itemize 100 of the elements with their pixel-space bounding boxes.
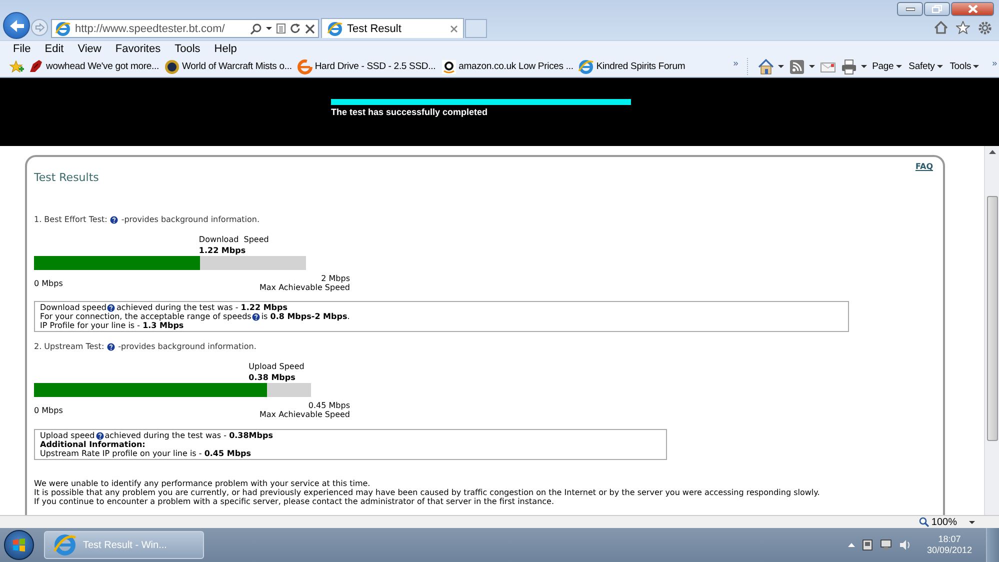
caret-icon (778, 65, 784, 68)
toolbar-button[interactable] (758, 58, 784, 74)
page-icon[interactable] (276, 23, 286, 34)
settings-icon[interactable] (978, 21, 992, 35)
test-heading: 2. Upstream Test: (34, 342, 104, 351)
menu-item[interactable]: Help (207, 42, 244, 54)
star-add-icon[interactable] (9, 60, 24, 74)
menu-item[interactable]: Favorites (108, 42, 168, 54)
url-text[interactable]: http://www.speedtester.bt.com/ (75, 22, 225, 34)
e-logo-icon (296, 58, 313, 74)
windows-logo-icon (12, 538, 26, 552)
amazon-icon (440, 58, 457, 74)
browser-icon (53, 533, 77, 557)
result-text: achieved during the test was - 1.22 Mbps (116, 303, 288, 312)
note-text: It is possible that any problem you are currently, or had previously experienced may have been caused by traffic congestion on the Internet or by the server you were accessing responding slowly. (34, 488, 821, 497)
meter-label: Download Speed (198, 235, 270, 244)
meter-value: 1.22 Mbps (198, 246, 247, 255)
home-icon (758, 58, 774, 74)
scroll-thumb[interactable] (986, 196, 998, 441)
back-button[interactable] (3, 12, 30, 39)
address-bar[interactable]: http://www.speedtester.bt.com/ (51, 19, 319, 38)
home-icon[interactable] (934, 21, 948, 34)
emblem-icon (164, 58, 180, 74)
restore-icon (932, 5, 942, 13)
caret-icon (936, 65, 943, 68)
menu-item[interactable]: Edit (38, 42, 71, 54)
favorite-link[interactable]: wowhead We've got more... (28, 58, 160, 74)
test-heading: 1. Best Effort Test: (34, 215, 108, 224)
caret-icon (809, 65, 816, 68)
command-menu[interactable]: Page (872, 61, 902, 72)
minimize-button[interactable] (897, 2, 923, 16)
favorite-link[interactable]: World of Warcraft Mists o... (164, 58, 292, 74)
close-icon[interactable] (450, 24, 458, 32)
caret-icon (861, 65, 868, 68)
result-text: is 0.8 Mbps-2 Mbps. (261, 312, 350, 321)
printer-icon (841, 58, 858, 74)
more-chevron[interactable]: » (992, 58, 997, 68)
zoom-control[interactable]: 100% (919, 516, 975, 528)
caret-icon (969, 520, 975, 524)
note-text: We were unable to identify any performance problem with your service at this time. (34, 479, 372, 488)
toolbar-button[interactable] (789, 58, 816, 74)
menu-item[interactable]: Tools (168, 42, 208, 54)
help-note: -provides background information. (121, 215, 260, 224)
browser-icon (578, 58, 594, 74)
scale-min: 0 Mbps (34, 278, 63, 288)
help-icon[interactable] (252, 312, 260, 320)
close-icon (968, 5, 978, 13)
more-chevron[interactable]: » (733, 58, 738, 68)
favorite-link[interactable]: Hard Drive - SSD - 2.5 SSD... (296, 58, 436, 74)
scale-min: 0 Mbps (34, 406, 63, 414)
favorite-link[interactable]: amazon.co.uk Low Prices ... (440, 58, 574, 74)
caret-icon (973, 65, 980, 68)
menu-item[interactable]: View (70, 42, 108, 54)
meter-label: Upload Speed (248, 362, 306, 371)
arrow-up-icon[interactable] (988, 150, 996, 154)
close-button[interactable] (951, 2, 994, 16)
result-text: IP Profile for your line is - 1.3 Mbps (40, 321, 184, 330)
note-text: If you continue to encounter a problem with a specific server, please contact the administrator of that server in the first instance. (34, 497, 555, 506)
result-text: Upstream Rate IP profile on your line is - 0.45 Mbps (40, 449, 252, 458)
clock-date[interactable]: 30/09/2012 (926, 545, 972, 556)
browser-icon (327, 20, 343, 36)
toolbar-button[interactable] (841, 58, 868, 74)
result-text: Download speed (40, 303, 106, 312)
command-menu[interactable]: Safety (908, 61, 943, 72)
feed-icon (789, 58, 806, 74)
arrow-left-icon (8, 18, 24, 32)
result-text: For your connection, the acceptable range of speeds (40, 312, 252, 321)
max-caption: Max Achievable Speed (259, 283, 350, 292)
meter-value: 0.38 Mbps (248, 373, 296, 382)
favorite-link[interactable]: Kindred Spirits Forum (578, 58, 686, 74)
help-icon[interactable] (107, 304, 116, 312)
help-icon[interactable] (96, 432, 104, 440)
scrollbar[interactable] (984, 146, 999, 515)
close-icon[interactable] (305, 24, 315, 34)
device-icon[interactable] (862, 539, 873, 551)
arrow-right-icon (34, 23, 44, 32)
result-text: achieved during the test was - 0.38Mbps (104, 431, 273, 440)
help-note: -provides background information. (118, 342, 256, 351)
results-title: Test Results (34, 171, 99, 185)
browser-tab[interactable]: Test Result (321, 18, 464, 38)
speaker-icon[interactable] (898, 539, 911, 551)
menu-item[interactable]: File (6, 42, 38, 54)
zoom-icon (919, 517, 930, 527)
caret-icon (896, 65, 902, 68)
status-message: The test has successfully completed (331, 107, 489, 117)
start-button[interactable] (4, 530, 34, 560)
caret-icon (266, 27, 272, 30)
search-icon[interactable] (250, 22, 262, 34)
scale-max: 0.45 Mbps (307, 401, 350, 410)
restore-button[interactable] (924, 2, 950, 16)
network-icon[interactable] (880, 539, 892, 551)
help-icon[interactable] (107, 342, 116, 350)
result-text: Upload speed (40, 431, 95, 440)
refresh-icon[interactable] (290, 23, 301, 34)
faq-link[interactable]: FAQ (915, 162, 933, 171)
help-icon[interactable] (110, 216, 118, 224)
info-heading: Additional Information: (40, 440, 146, 449)
star-icon[interactable] (956, 21, 970, 34)
command-menu[interactable]: Tools (950, 61, 980, 72)
arrow-up-icon[interactable] (848, 543, 855, 547)
